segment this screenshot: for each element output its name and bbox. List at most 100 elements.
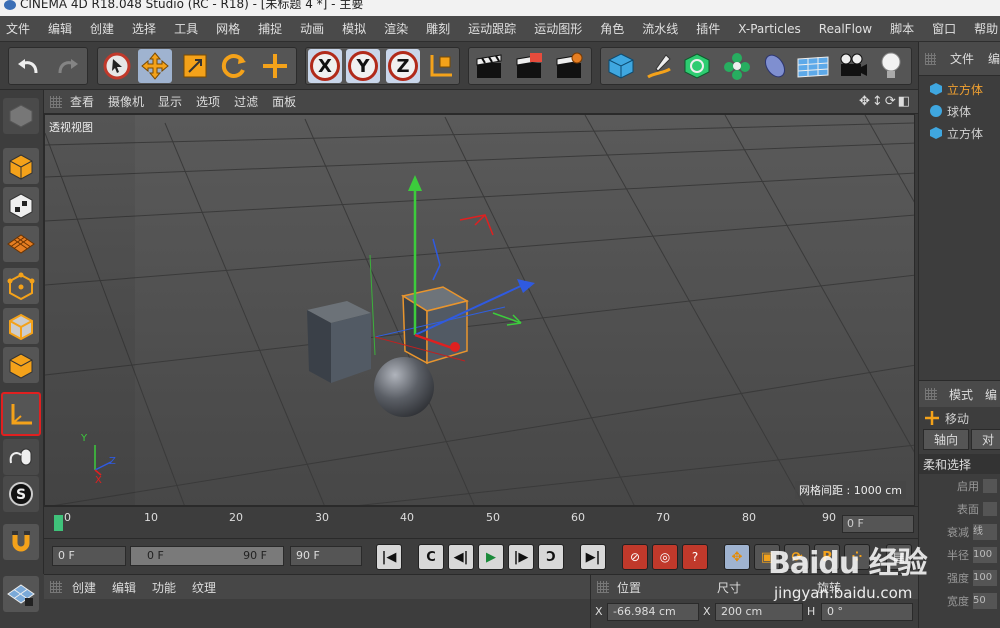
menu-snap[interactable]: 捕捉 [258, 20, 282, 37]
subtab-axis[interactable]: 轴向 [923, 429, 970, 450]
workplane-mode-icon[interactable] [3, 226, 39, 262]
current-frame-field[interactable]: 0 F [842, 515, 914, 533]
timeline[interactable]: 0 10 20 30 40 50 60 70 80 90 0 F [44, 506, 918, 538]
position-x-field[interactable]: -66.984 cm [607, 603, 699, 621]
preview-range-slider[interactable]: 0 F 90 F [130, 546, 284, 566]
viewport-menu-display[interactable]: 显示 [158, 93, 182, 110]
material-menu-edit[interactable]: 编辑 [112, 579, 136, 596]
material-menu-function[interactable]: 功能 [152, 579, 176, 596]
x-axis-icon[interactable]: X [308, 49, 342, 83]
menu-character[interactable]: 角色 [600, 20, 624, 37]
scale-icon[interactable] [178, 49, 212, 83]
render-picture-icon[interactable] [512, 49, 546, 83]
perspective-viewport[interactable]: Y Z X 透视视图 网格间距 : 1000 cm [44, 114, 915, 506]
viewport-nav-icons[interactable]: ✥↕⟳◧ [859, 94, 912, 109]
record-parameter-icon[interactable]: P [814, 544, 840, 570]
start-frame-field[interactable]: 0 F [52, 546, 126, 566]
play-icon[interactable]: ▶ [478, 544, 504, 570]
render-view-icon[interactable] [472, 49, 506, 83]
render-settings-icon[interactable] [552, 49, 586, 83]
make-editable-icon[interactable] [3, 98, 39, 134]
next-key-icon[interactable]: Ↄ [538, 544, 564, 570]
y-axis-icon[interactable]: Y [346, 49, 380, 83]
snap-icon[interactable]: S [3, 476, 39, 512]
sphere-object[interactable] [374, 357, 434, 417]
workplane-lock-icon[interactable] [3, 576, 39, 612]
live-select-icon[interactable] [258, 49, 292, 83]
viewport-menu-options[interactable]: 选项 [196, 93, 220, 110]
menu-select[interactable]: 选择 [132, 20, 156, 37]
material-menu-create[interactable]: 创建 [72, 579, 96, 596]
material-menu-texture[interactable]: 纹理 [192, 579, 216, 596]
object-manager-tab-edit[interactable]: 编 [988, 50, 1000, 67]
camera-icon[interactable] [836, 49, 870, 83]
cube-object-small[interactable] [307, 301, 371, 383]
playhead[interactable] [54, 515, 63, 531]
menu-edit[interactable]: 编辑 [48, 20, 72, 37]
deformer-icon[interactable] [758, 49, 792, 83]
menu-plugins[interactable]: 插件 [696, 20, 720, 37]
viewport-menu-filter[interactable]: 过滤 [234, 93, 258, 110]
subtab-object[interactable]: 对 [971, 429, 1000, 450]
material-manager-grip[interactable] [50, 581, 62, 593]
menu-motion-tracking[interactable]: 运动跟踪 [468, 20, 516, 37]
edges-mode-icon[interactable] [3, 308, 39, 344]
cube-icon[interactable] [604, 49, 638, 83]
menu-tools[interactable]: 工具 [174, 20, 198, 37]
previous-frame-icon[interactable]: ◀| [448, 544, 474, 570]
go-to-end-icon[interactable]: ▶| [580, 544, 606, 570]
axis-mode-button[interactable] [1, 392, 41, 436]
menu-sculpt[interactable]: 雕刻 [426, 20, 450, 37]
keyframe-selection-icon[interactable]: ? [682, 544, 708, 570]
rotation-h-field[interactable]: 0 ° [821, 603, 913, 621]
record-point-level-icon[interactable]: ⁘ [844, 544, 870, 570]
menu-mesh[interactable]: 网格 [216, 20, 240, 37]
undo-icon[interactable] [12, 49, 46, 83]
grip-handle[interactable] [50, 95, 62, 108]
menu-file[interactable]: 文件 [6, 20, 30, 37]
menu-simulate[interactable]: 模拟 [342, 20, 366, 37]
end-frame-field[interactable]: 90 F [290, 546, 362, 566]
rotate-icon[interactable] [218, 49, 252, 83]
menu-script[interactable]: 脚本 [890, 20, 914, 37]
tweak-mode-icon[interactable] [3, 439, 39, 475]
menu-animate[interactable]: 动画 [300, 20, 324, 37]
redo-icon[interactable] [50, 49, 84, 83]
next-frame-icon[interactable]: |▶ [508, 544, 534, 570]
timeline-ruler[interactable]: 0 10 20 30 40 50 60 70 80 90 [52, 511, 838, 533]
go-to-start-icon[interactable]: |◀ [376, 544, 402, 570]
coordinates-grip[interactable] [597, 581, 609, 593]
menu-window[interactable]: 窗口 [932, 20, 956, 37]
coordinate-system-icon[interactable] [424, 49, 458, 83]
floor-icon[interactable] [796, 49, 830, 83]
menu-create[interactable]: 创建 [90, 20, 114, 37]
attribute-tab-mode[interactable]: 模式 [949, 386, 973, 403]
polygons-mode-icon[interactable] [3, 347, 39, 383]
size-x-field[interactable]: 200 cm [715, 603, 803, 621]
viewport-menu-view[interactable]: 查看 [70, 93, 94, 110]
falloff-select[interactable]: 线 [973, 523, 997, 540]
z-axis-icon[interactable]: Z [386, 49, 420, 83]
menu-help[interactable]: 帮助 [974, 20, 998, 37]
object-manager-grip[interactable] [925, 52, 936, 65]
subdivision-icon[interactable] [680, 49, 714, 83]
select-icon[interactable] [100, 49, 134, 83]
attribute-manager-grip[interactable] [925, 388, 937, 400]
menu-realflow[interactable]: RealFlow [819, 22, 872, 36]
menu-pipeline[interactable]: 流水线 [642, 20, 678, 37]
cloner-icon[interactable] [720, 49, 754, 83]
light-icon[interactable] [874, 49, 908, 83]
attribute-tab-edit[interactable]: 编 [985, 386, 997, 403]
timeline-window-icon[interactable]: ▤ [886, 544, 912, 570]
viewport-menu-camera[interactable]: 摄像机 [108, 93, 144, 110]
width-field[interactable]: 50 [973, 592, 997, 609]
record-rotation-icon[interactable]: ⟳ [784, 544, 810, 570]
menu-x-particles[interactable]: X-Particles [738, 22, 801, 36]
enable-checkbox[interactable] [983, 478, 997, 493]
pen-icon[interactable] [642, 49, 676, 83]
previous-key-icon[interactable]: C [418, 544, 444, 570]
object-row-cube-1[interactable]: 立方体 [919, 78, 1000, 100]
texture-mode-icon[interactable] [3, 187, 39, 223]
object-manager-tab-file[interactable]: 文件 [950, 50, 974, 67]
record-keys-icon[interactable]: ⊘ [622, 544, 648, 570]
